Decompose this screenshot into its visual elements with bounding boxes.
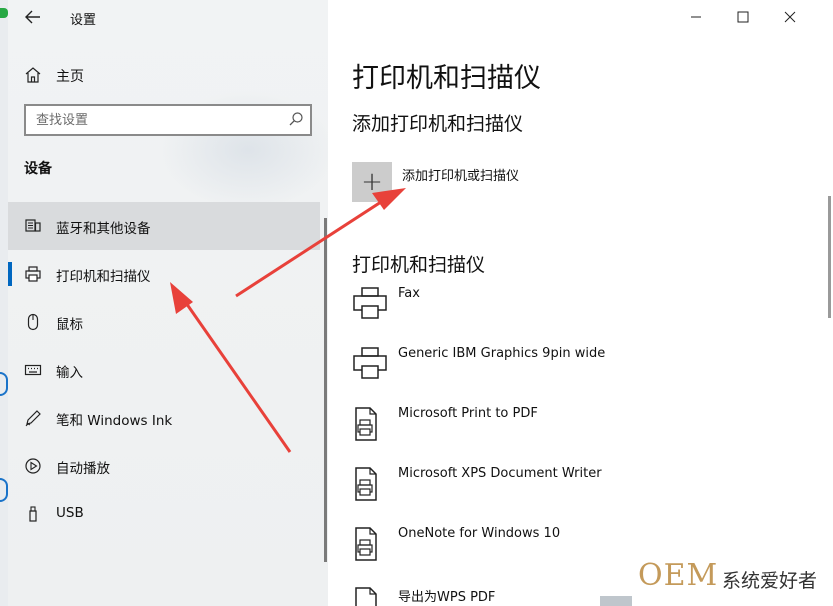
background-app-badge <box>0 372 8 396</box>
window-title: 设置 <box>70 13 97 28</box>
sidebar: 设置 主页 设备 蓝牙和其他设备 <box>8 0 328 606</box>
sidebar-item-usb[interactable]: USB <box>8 490 320 538</box>
sidebar-item-mouse[interactable]: 鼠标 <box>8 298 320 346</box>
section-label: 设备 <box>24 161 52 177</box>
title-bar: 设置 <box>8 0 328 34</box>
document-printer-icon <box>355 527 377 561</box>
sidebar-item-printers[interactable]: 打印机和扫描仪 <box>8 250 320 298</box>
device-item-print-to-pdf[interactable]: Microsoft Print to PDF <box>352 406 822 456</box>
device-name: Fax <box>398 286 420 301</box>
document-printer-icon <box>355 407 377 441</box>
device-name: Generic IBM Graphics 9pin wide <box>398 346 606 361</box>
sidebar-item-label: 输入 <box>56 365 83 381</box>
minimize-button[interactable] <box>673 0 719 34</box>
plus-icon: + <box>361 167 383 197</box>
device-item-generic-ibm[interactable]: Generic IBM Graphics 9pin wide <box>352 346 822 396</box>
mouse-icon <box>27 313 39 331</box>
sidebar-item-pen[interactable]: 笔和 Windows Ink <box>8 394 320 442</box>
background-taskbar-fragment <box>600 596 632 606</box>
printer-icon <box>353 347 387 379</box>
main-scrollbar[interactable] <box>828 196 831 318</box>
window-controls <box>673 0 833 34</box>
close-button[interactable] <box>767 0 813 34</box>
device-name: 导出为WPS PDF <box>398 590 496 605</box>
bluetooth-devices-icon <box>25 219 41 232</box>
fax-printer-icon <box>353 287 387 319</box>
sidebar-item-home[interactable]: 主页 <box>8 58 328 92</box>
autoplay-icon <box>25 458 41 474</box>
sidebar-item-autoplay[interactable]: 自动播放 <box>8 442 320 490</box>
sidebar-item-label: USB <box>56 505 84 521</box>
maximize-icon <box>737 11 749 23</box>
printer-icon <box>25 266 41 282</box>
minimize-icon <box>691 16 701 18</box>
settings-window: 设置 主页 设备 蓝牙和其他设备 <box>8 0 833 606</box>
device-name: Microsoft XPS Document Writer <box>398 466 602 481</box>
sidebar-item-typing[interactable]: 输入 <box>8 346 320 394</box>
document-printer-icon <box>355 467 377 501</box>
home-icon <box>25 67 41 83</box>
close-icon <box>784 11 796 23</box>
back-button[interactable] <box>22 7 44 27</box>
watermark-text: 系统爱好者 <box>722 570 818 592</box>
add-printer-button[interactable]: + <box>352 162 392 202</box>
sidebar-scrollbar[interactable] <box>324 218 327 562</box>
pen-icon <box>25 410 41 427</box>
keyboard-icon <box>24 364 42 376</box>
search-icon[interactable] <box>288 111 304 127</box>
watermark: OEM 系统爱好者 <box>632 556 830 598</box>
maximize-button[interactable] <box>720 0 766 34</box>
document-printer-icon <box>355 587 377 606</box>
search-box <box>24 104 312 136</box>
device-name: Microsoft Print to PDF <box>398 406 538 421</box>
main-content: 打印机和扫描仪 添加打印机和扫描仪 + 添加打印机或扫描仪 打印机和扫描仪 Fa… <box>328 0 833 606</box>
page-title: 打印机和扫描仪 <box>352 63 541 94</box>
sidebar-item-label: 蓝牙和其他设备 <box>56 221 151 237</box>
add-printer-label[interactable]: 添加打印机或扫描仪 <box>402 165 519 184</box>
background-app-badge <box>0 8 8 18</box>
background-app-badge <box>0 478 8 502</box>
watermark-brand: OEM <box>638 558 719 593</box>
sidebar-item-bluetooth[interactable]: 蓝牙和其他设备 <box>8 202 320 250</box>
sidebar-nav: 蓝牙和其他设备 打印机和扫描仪 鼠标 输入 笔和 Windows Ink 自动播… <box>8 202 328 538</box>
sidebar-item-label: 鼠标 <box>56 317 83 333</box>
sidebar-item-label: 打印机和扫描仪 <box>56 269 151 285</box>
sidebar-item-label: 笔和 Windows Ink <box>56 413 173 429</box>
background-window-edge <box>0 0 8 606</box>
back-arrow-icon <box>25 10 40 24</box>
device-name: OneNote for Windows 10 <box>398 526 561 541</box>
add-section-title: 添加打印机和扫描仪 <box>352 113 524 135</box>
search-input[interactable] <box>26 106 276 134</box>
usb-icon <box>29 506 37 522</box>
sidebar-item-label: 自动播放 <box>56 461 110 477</box>
device-item-fax[interactable]: Fax <box>352 286 822 336</box>
printers-list-title: 打印机和扫描仪 <box>352 254 486 276</box>
device-item-xps-writer[interactable]: Microsoft XPS Document Writer <box>352 466 822 516</box>
sidebar-item-label: 主页 <box>56 69 84 85</box>
